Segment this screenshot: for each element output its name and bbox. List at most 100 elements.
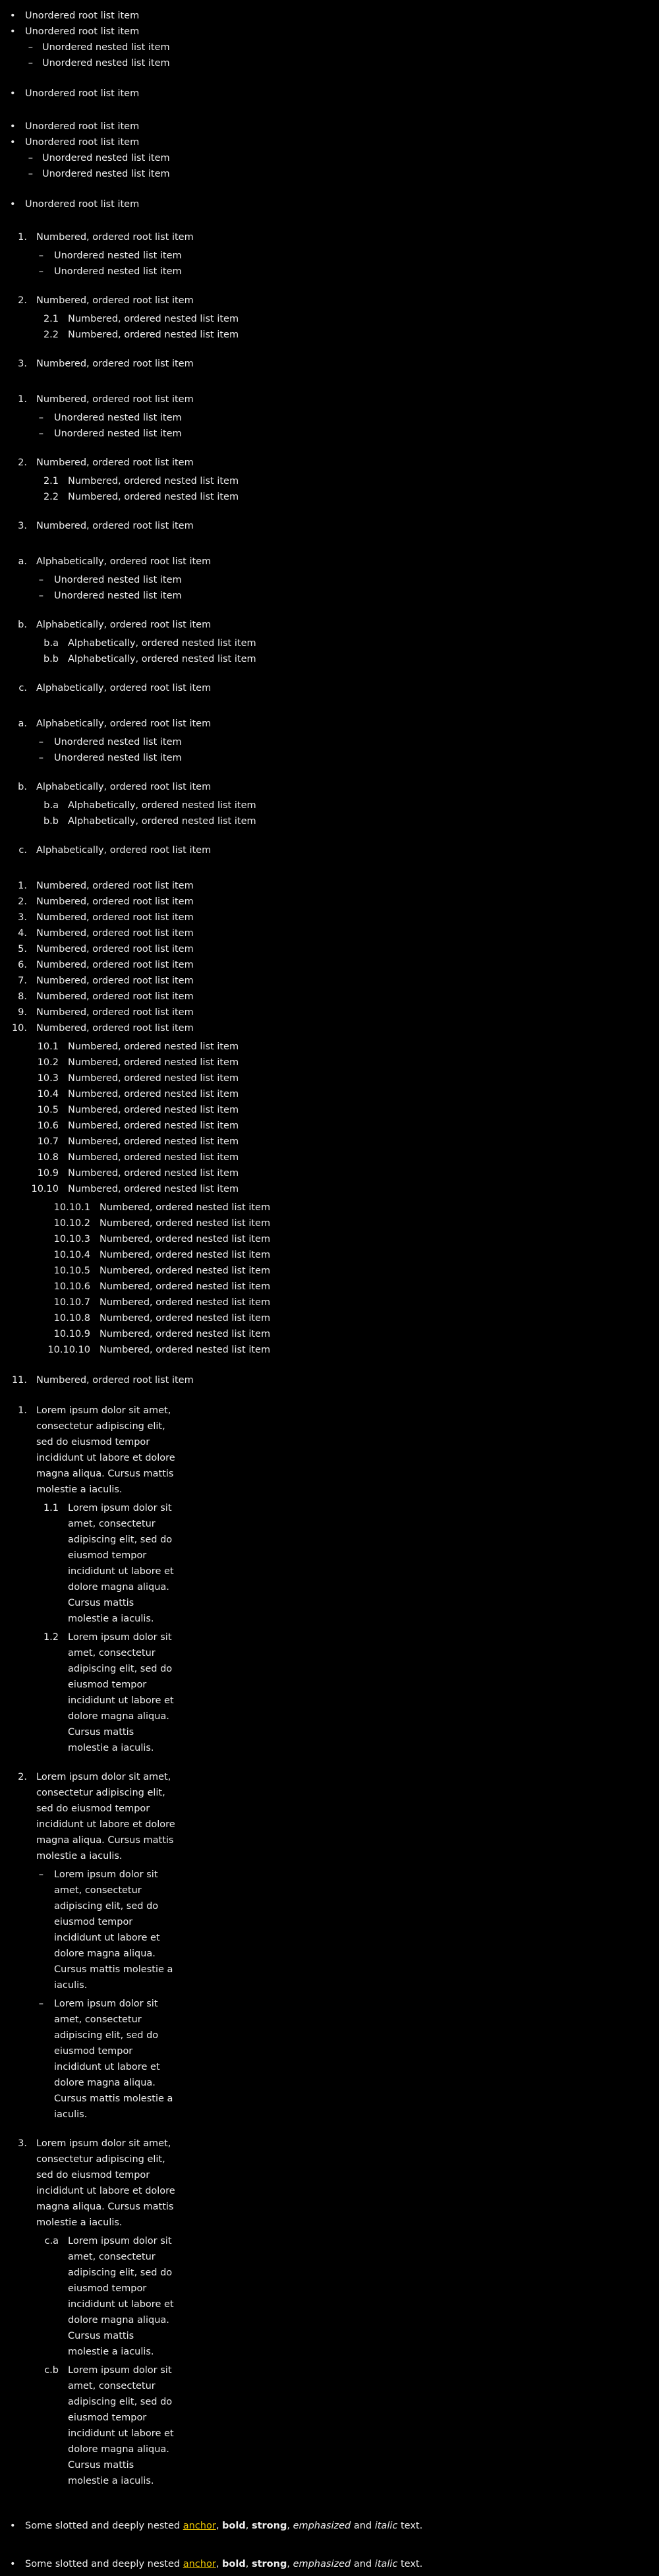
list-item-text: Numbered, ordered nested list item bbox=[100, 1329, 271, 1339]
list-item-text: Numbered, ordered nested list item bbox=[100, 1250, 271, 1260]
text-line: sed do eiusmod tempor bbox=[36, 2170, 150, 2181]
list-item-text: Alphabetically, ordered nested list item bbox=[68, 800, 256, 811]
list-item-text: Numbered, ordered root list item bbox=[36, 359, 194, 369]
nested-list-item: 10.10.5 Numbered, ordered nested list ite… bbox=[0, 1263, 659, 1279]
list-item-marker: 9. bbox=[18, 1007, 27, 1018]
text-line: Lorem ipsum dolor sit bbox=[68, 2236, 172, 2246]
nested-list-item: – Unordered nested list item bbox=[0, 40, 659, 55]
list-item-text: Numbered, ordered nested list item bbox=[68, 1136, 239, 1147]
text-line: amet, consectetur bbox=[68, 2252, 156, 2262]
text-line: adipiscing elit, sed do bbox=[54, 2030, 159, 2041]
list-item-text: Numbered, ordered root list item bbox=[36, 295, 194, 306]
anchor-link[interactable]: anchor bbox=[183, 2521, 216, 2531]
text-line: magna aliqua. Cursus mattis bbox=[36, 1835, 174, 1846]
list-item: b. Alphabetically, ordered root list item bbox=[0, 779, 659, 795]
strong-text: strong bbox=[251, 2559, 287, 2569]
text-line: eiusmod tempor bbox=[54, 2046, 133, 2057]
list-item-marker: 10.10 bbox=[31, 1184, 59, 1194]
dash-marker: – bbox=[28, 169, 33, 179]
list-item-marker: 10.1 bbox=[37, 1041, 59, 1052]
nested-list-item: – Unordered nested list item bbox=[0, 150, 659, 166]
list-item-text: Lorem ipsum dolor sit amet, consectetur a… bbox=[36, 1769, 175, 1864]
nested-list-item: 2.1 Numbered, ordered nested list item bbox=[0, 473, 659, 489]
text-line: iaculis. bbox=[54, 2109, 88, 2120]
list-item: 9. Numbered, ordered root list item bbox=[0, 1005, 659, 1020]
text-line: Cursus mattis bbox=[68, 1598, 134, 1608]
dash-marker: – bbox=[38, 591, 43, 601]
text-line: Lorem ipsum dolor sit bbox=[68, 1503, 172, 1513]
list-item-text: Unordered root list item bbox=[25, 88, 140, 99]
text-line: molestie a iaculis. bbox=[68, 2476, 154, 2486]
list-item-marker: 11. bbox=[11, 1375, 27, 1386]
list-item-text: Numbered, ordered root list item bbox=[36, 991, 194, 1002]
text-line: Lorem ipsum dolor sit bbox=[54, 1869, 158, 1880]
nested-list-item: 10.10.4 Numbered, ordered nested list ite… bbox=[0, 1247, 659, 1263]
list-item: • Unordered root list item bbox=[0, 8, 659, 24]
dash-marker: – bbox=[38, 428, 43, 439]
list-item-marker: b.a bbox=[43, 638, 59, 649]
text-line: amet, consectetur bbox=[54, 1885, 142, 1896]
text-line: eiusmod tempor bbox=[54, 1917, 133, 1927]
text-line: Lorem ipsum dolor sit bbox=[68, 2365, 172, 2376]
list-item: 4. Numbered, ordered root list item bbox=[0, 925, 659, 941]
text-line: Lorem ipsum dolor sit amet, bbox=[36, 1772, 171, 1782]
list-item-text: Unordered nested list item bbox=[54, 413, 182, 423]
list-item-text: Numbered, ordered root list item bbox=[36, 944, 194, 954]
list-item-marker: 10.10.1 bbox=[53, 1202, 90, 1213]
separator: , bbox=[215, 2521, 219, 2531]
list-item-marker: a. bbox=[18, 718, 28, 729]
list-item-text: Numbered, ordered nested list item bbox=[68, 1152, 239, 1163]
text-line: incididunt ut labore et dolore bbox=[36, 1819, 175, 1830]
list-item-text: Numbered, ordered root list item bbox=[36, 896, 194, 907]
list-item-marker: 1. bbox=[18, 881, 27, 891]
list-item-marker: c.a bbox=[44, 2236, 59, 2246]
text-line: amet, consectetur bbox=[68, 1648, 156, 1658]
text-line: Cursus mattis bbox=[68, 2331, 134, 2341]
list-item-text: Alphabetically, ordered root list item bbox=[36, 782, 212, 792]
text-line: Cursus mattis bbox=[68, 1727, 134, 1738]
list-item-text: Numbered, ordered nested list item bbox=[100, 1345, 271, 1355]
text-line: Cursus mattis molestie a bbox=[54, 2093, 173, 2104]
nested-list: – Unordered nested list item – Unordered ne… bbox=[0, 248, 659, 279]
list-item-marker: 1. bbox=[18, 1405, 27, 1416]
text-line: iaculis. bbox=[54, 1980, 88, 1991]
list-item-marker: 10.10.3 bbox=[53, 1234, 90, 1244]
separator: , bbox=[287, 2521, 290, 2531]
slotted-text: Some slotted and deeply nested anchor, b… bbox=[25, 2556, 422, 2572]
list-item-marker: 6. bbox=[18, 960, 27, 970]
list-item-text: Numbered, ordered nested list item bbox=[68, 1184, 239, 1194]
dash-marker: – bbox=[38, 413, 43, 423]
list-item: • Unordered root list item bbox=[0, 134, 659, 150]
list-item-marker: 2.2 bbox=[43, 492, 59, 502]
list-item-text: Numbered, ordered nested list item bbox=[68, 1057, 239, 1068]
document-body: • Unordered root list item • Unordered root… bbox=[0, 0, 659, 2572]
text-line: molestie a iaculis. bbox=[68, 2347, 154, 2357]
list-item-marker: 2.1 bbox=[43, 476, 59, 486]
list-item-marker: b. bbox=[18, 782, 27, 792]
list-item-text: Unordered nested list item bbox=[54, 737, 182, 747]
list-item-marker: 10.3 bbox=[37, 1073, 59, 1084]
emphasized-text: emphasized bbox=[293, 2559, 351, 2569]
dash-marker: – bbox=[28, 42, 33, 53]
text-line: dolore magna aliqua. bbox=[68, 1711, 169, 1722]
list-item-text: Numbered, ordered root list item bbox=[36, 928, 194, 939]
text-line: adipiscing elit, sed do bbox=[68, 2397, 173, 2407]
list-item-marker: 10.8 bbox=[37, 1152, 59, 1163]
text-line: Lorem ipsum dolor sit amet, bbox=[36, 1405, 171, 1416]
ordered-list-long: 1. Numbered, ordered root list item 2. Numb… bbox=[0, 878, 659, 1388]
nested-list: 2.1 Numbered, ordered nested list item 2.2… bbox=[0, 311, 659, 343]
list-item: 6. Numbered, ordered root list item bbox=[0, 957, 659, 973]
text-line: consectetur adipiscing elit, bbox=[36, 1788, 165, 1798]
list-item-marker: c. bbox=[18, 845, 27, 856]
list-item-text: Numbered, ordered nested list item bbox=[68, 1073, 239, 1084]
list-item-text: Unordered nested list item bbox=[42, 153, 170, 163]
anchor-link[interactable]: anchor bbox=[183, 2559, 216, 2569]
separator: , bbox=[215, 2559, 219, 2569]
nested-list-item: 10.3 Numbered, ordered nested list item bbox=[0, 1070, 659, 1086]
list-item: • Unordered root list item bbox=[0, 196, 659, 212]
text-line: incididunt ut labore et bbox=[54, 1933, 160, 1943]
list-item: 2. Numbered, ordered root list item bbox=[0, 293, 659, 308]
nested-list: – Unordered nested list item – Unordered ne… bbox=[0, 150, 659, 182]
bullet-marker: • bbox=[10, 2521, 16, 2531]
bullet-marker: • bbox=[10, 121, 16, 132]
